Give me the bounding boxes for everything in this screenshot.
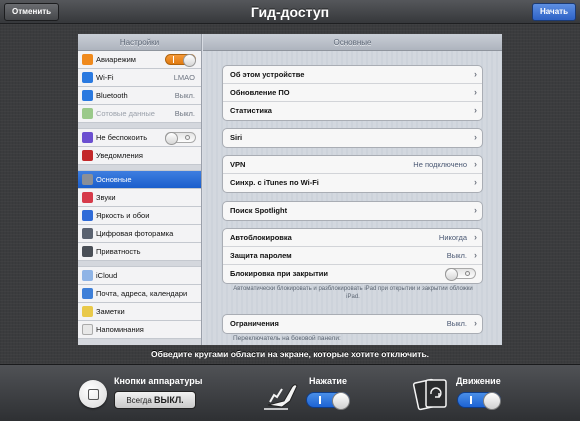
brightness-icon — [82, 210, 93, 221]
hardware-buttons-icon — [79, 380, 107, 408]
top-bar: Отменить Гид-доступ Начать — [0, 0, 580, 24]
ipad-screen-preview[interactable]: Настройки Авиарежим Wi-Fi LMAO Bluetooth… — [78, 34, 502, 345]
settings-sidebar: Настройки Авиарежим Wi-Fi LMAO Bluetooth… — [78, 34, 202, 345]
wifi-icon — [82, 72, 93, 83]
chevron-right-icon: › — [474, 69, 477, 79]
software-update-row[interactable]: Обновление ПО › — [223, 84, 482, 102]
sidebar-item-icloud[interactable]: iCloud — [78, 267, 201, 285]
mail-icon — [82, 288, 93, 299]
lock-on-close-row[interactable]: Блокировка при закрытии — [223, 265, 482, 283]
hardware-buttons-toggle[interactable]: Всегда ВЫКЛ. — [114, 391, 196, 409]
photo-frame-icon — [82, 228, 93, 239]
sidebar-item-photo-frame[interactable]: Цифровая фоторамка — [78, 225, 201, 243]
passcode-row[interactable]: Защита паролем Выкл. › — [223, 247, 482, 265]
bluetooth-icon — [82, 90, 93, 101]
sidebar-item-airplane[interactable]: Авиарежим — [78, 51, 201, 69]
chevron-right-icon: › — [474, 105, 477, 115]
airplane-toggle[interactable] — [165, 54, 196, 67]
page-title: Гид-доступ — [250, 4, 330, 20]
sidebar-item-brightness[interactable]: Яркость и обои — [78, 207, 201, 225]
lock-note: Автоматически блокировать и разблокирова… — [233, 286, 473, 300]
lock-on-close-toggle[interactable] — [445, 268, 476, 281]
chevron-right-icon: › — [474, 318, 477, 328]
start-button[interactable]: Начать — [532, 3, 576, 21]
touch-toggle[interactable] — [306, 392, 350, 410]
sidebar-item-notifications[interactable]: Уведомления — [78, 147, 201, 165]
restrictions-row[interactable]: Ограничения Выкл. › — [223, 315, 482, 333]
chevron-right-icon: › — [474, 250, 477, 260]
touch-title: Нажатие — [309, 376, 347, 386]
touch-hand-icon — [264, 384, 298, 410]
motion-rotate-icon — [412, 378, 447, 411]
chevron-right-icon: › — [474, 132, 477, 142]
about-device-row[interactable]: Об этом устройстве › — [223, 66, 482, 84]
speaker-icon — [82, 192, 93, 203]
reminders-icon — [82, 324, 93, 335]
hardware-buttons-title: Кнопки аппаратуры — [114, 376, 203, 386]
lock-group: Автоблокировка Никогда › Защита паролем … — [222, 228, 483, 284]
chevron-right-icon: › — [474, 159, 477, 169]
motion-title: Движение — [456, 376, 501, 386]
sidebar-item-sounds[interactable]: Звуки — [78, 189, 201, 207]
usage-row[interactable]: Статистика › — [223, 102, 482, 120]
chevron-right-icon: › — [474, 177, 477, 187]
itunes-wifi-sync-row[interactable]: Синхр. с iTunes по Wi-Fi › — [223, 174, 482, 192]
chevron-right-icon: › — [474, 232, 477, 242]
restrictions-group: Ограничения Выкл. › — [222, 314, 483, 334]
sidebar-item-cellular[interactable]: Сотовые данные Выкл. — [78, 105, 201, 123]
sidebar-item-general[interactable]: Основные — [78, 171, 201, 189]
cellular-icon — [82, 108, 93, 119]
notifications-icon — [82, 150, 93, 161]
sidebar-header: Настройки — [78, 34, 201, 51]
sidebar-item-do-not-disturb[interactable]: Не беспокоить — [78, 129, 201, 147]
spotlight-row[interactable]: Поиск Spotlight › — [223, 202, 482, 220]
cloud-icon — [82, 270, 93, 281]
do-not-disturb-toggle[interactable] — [165, 132, 196, 145]
moon-icon — [82, 132, 93, 143]
sidebar-item-reminders[interactable]: Напоминания — [78, 321, 201, 339]
about-group: Об этом устройстве › Обновление ПО › Ста… — [222, 65, 483, 121]
spotlight-group: Поиск Spotlight › — [222, 201, 483, 221]
sidebar-item-wifi[interactable]: Wi-Fi LMAO — [78, 69, 201, 87]
pane-header: Основные — [203, 34, 502, 51]
chevron-right-icon: › — [474, 87, 477, 97]
notes-icon — [82, 306, 93, 317]
siri-row[interactable]: Siri › — [223, 129, 482, 147]
sidebar-item-mail[interactable]: Почта, адреса, календари — [78, 285, 201, 303]
sidebar-item-bluetooth[interactable]: Bluetooth Выкл. — [78, 87, 201, 105]
side-switch-caption: Переключатель на боковой панели: — [233, 335, 341, 342]
autolock-row[interactable]: Автоблокировка Никогда › — [223, 229, 482, 247]
motion-toggle[interactable] — [457, 392, 501, 410]
sidebar-item-notes[interactable]: Заметки — [78, 303, 201, 321]
guided-access-options-bar: Кнопки аппаратуры Всегда ВЫКЛ. Нажатие Д… — [0, 364, 580, 421]
siri-group: Siri › — [222, 128, 483, 148]
instruction-text: Обведите кругами области на экране, кото… — [150, 349, 430, 359]
gear-icon — [82, 174, 93, 185]
vpn-row[interactable]: VPN Не подключено › — [223, 156, 482, 174]
chevron-right-icon: › — [474, 205, 477, 215]
airplane-icon — [82, 54, 93, 65]
sidebar-item-privacy[interactable]: Приватность — [78, 243, 201, 261]
general-settings-pane: Основные Об этом устройстве › Обновление… — [203, 34, 502, 345]
network-group: VPN Не подключено › Синхр. с iTunes по W… — [222, 155, 483, 193]
hand-icon — [82, 246, 93, 257]
